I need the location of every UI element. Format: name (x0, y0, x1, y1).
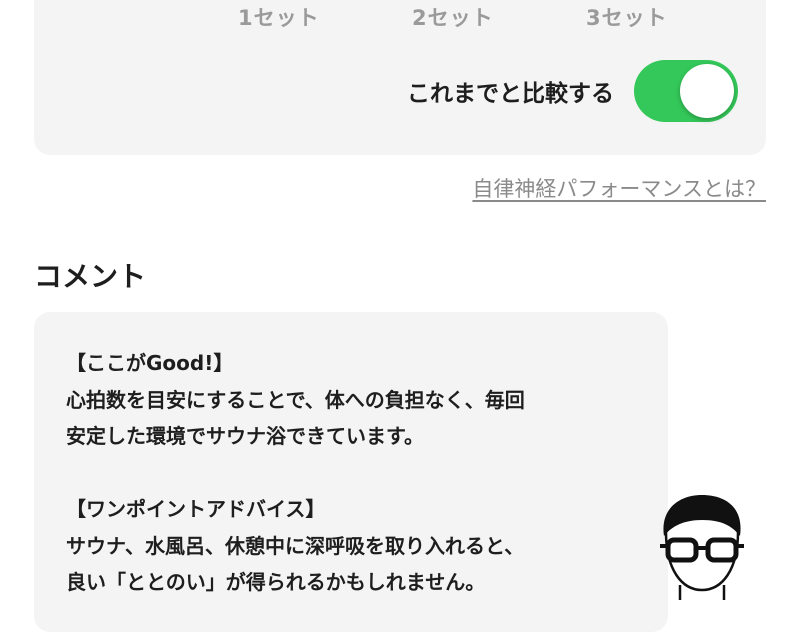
advisor-avatar-icon (652, 490, 752, 600)
compare-toggle[interactable] (634, 60, 738, 122)
good-line-1: 心拍数を目安にすることで、体への負担なく、毎回 (66, 387, 525, 412)
set-label-2: 2セット (412, 6, 494, 30)
advice-line-1: サウナ、水風呂、休憩中に深呼吸を取り入れると、 (66, 533, 525, 558)
advice-heading: 【ワンポイントアドバイス】 (66, 497, 326, 521)
good-line-2: 安定した環境でサウナ浴できています。 (66, 424, 424, 448)
good-heading: 【ここがGood!】 (66, 351, 234, 375)
set-label-1: 1セット (238, 6, 320, 30)
toggle-knob (680, 64, 734, 118)
set-labels: 1セット 2セット 3セット (0, 2, 800, 32)
set-label-3: 3セット (586, 6, 668, 30)
autonomic-performance-help-link[interactable]: 自律神経パフォーマンスとは？ (472, 173, 766, 203)
compare-label: これまでと比較する (407, 81, 614, 107)
advice-line-2: 良い「ととのい」が得られるかもしれません。 (66, 570, 486, 594)
comment-text: 【ここがGood!】 心拍数を目安にすることで、体への負担なく、毎回 安定した環… (66, 345, 525, 601)
glasses-man-icon (660, 495, 744, 600)
comment-section-title: コメント (34, 260, 147, 293)
compare-row: これまでと比較する (407, 58, 738, 124)
